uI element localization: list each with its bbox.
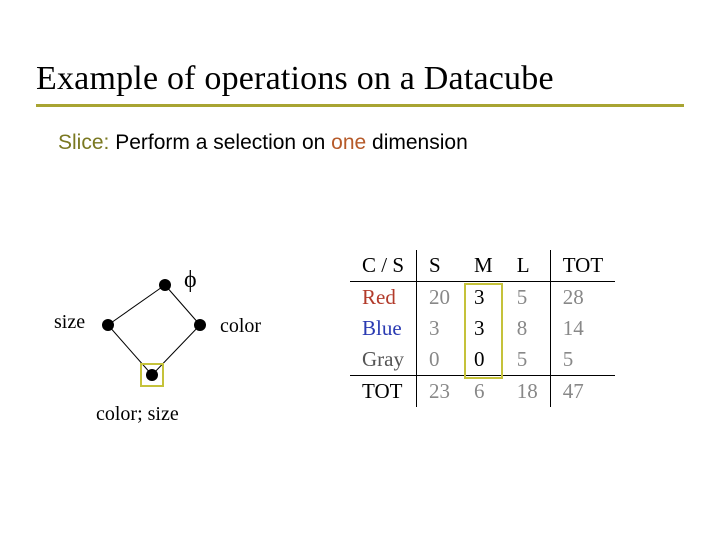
table-row: Red 20 3 5 28	[350, 282, 615, 314]
row-total: 14	[550, 313, 615, 344]
node-bottom	[146, 369, 158, 381]
slide-title: Example of operations on a Datacube	[36, 60, 684, 107]
col-header-s: S	[417, 250, 463, 282]
edge-left-bottom	[108, 325, 152, 375]
cell: 3	[462, 313, 505, 344]
subtitle-mid: Perform a selection on	[109, 131, 331, 154]
row-label-gray: Gray	[350, 344, 417, 376]
cell: 3	[462, 282, 505, 314]
node-right	[194, 319, 206, 331]
col-total: 23	[417, 376, 463, 408]
keyword-one: one	[331, 131, 366, 154]
cell: 0	[462, 344, 505, 376]
col-header-m: M	[462, 250, 505, 282]
lattice-label-color: color	[220, 315, 261, 338]
node-left	[102, 319, 114, 331]
col-total: 18	[505, 376, 551, 408]
lattice-label-bottom: color; size	[96, 403, 179, 426]
col-header-tot: TOT	[550, 250, 615, 282]
datacube-table: C / S S M L TOT Red 20 3 5 28 Blue 3	[350, 250, 615, 407]
table-row: Gray 0 0 5 5	[350, 344, 615, 376]
cell: 0	[417, 344, 463, 376]
table-header-row: C / S S M L TOT	[350, 250, 615, 282]
datacube-table-wrap: C / S S M L TOT Red 20 3 5 28 Blue 3	[350, 250, 615, 407]
row-total: 28	[550, 282, 615, 314]
lattice-label-phi: ϕ	[184, 267, 197, 294]
lattice-diagram: ϕ size color color; size	[70, 275, 260, 455]
slide-subtitle: Slice: Perform a selection on one dimens…	[58, 131, 682, 155]
row-total: 5	[550, 344, 615, 376]
grand-total: 47	[550, 376, 615, 408]
edge-right-bottom	[152, 325, 200, 375]
row-label-tot: TOT	[350, 376, 417, 408]
col-header-l: L	[505, 250, 551, 282]
cell: 5	[505, 282, 551, 314]
cell: 20	[417, 282, 463, 314]
cell: 3	[417, 313, 463, 344]
edge-top-left	[108, 285, 165, 325]
cell: 8	[505, 313, 551, 344]
row-label-blue: Blue	[350, 313, 417, 344]
table-corner: C / S	[350, 250, 417, 282]
lattice-label-size: size	[54, 311, 85, 334]
table-totals-row: TOT 23 6 18 47	[350, 376, 615, 408]
cell: 5	[505, 344, 551, 376]
node-top	[159, 279, 171, 291]
col-total: 6	[462, 376, 505, 408]
table-row: Blue 3 3 8 14	[350, 313, 615, 344]
row-label-red: Red	[350, 282, 417, 314]
subtitle-tail: dimension	[366, 131, 468, 154]
keyword-slice: Slice:	[58, 131, 109, 154]
